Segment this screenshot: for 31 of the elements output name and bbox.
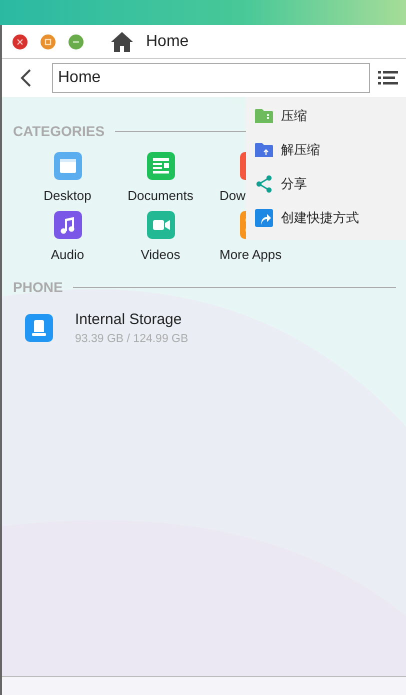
section-heading: PHONE — [13, 279, 63, 295]
back-icon[interactable] — [20, 69, 32, 87]
shortcut-icon — [255, 209, 273, 227]
folder-icon — [255, 108, 273, 124]
storage-icon[interactable] — [25, 314, 53, 342]
close-icon[interactable] — [12, 34, 28, 50]
menu-item[interactable]: 创建快捷方式 — [246, 201, 406, 235]
category-label: Desktop — [42, 188, 92, 203]
list-view-icon[interactable] — [378, 71, 398, 85]
category-label: Audio — [50, 247, 86, 262]
menu-item[interactable]: 解压缩 — [246, 133, 406, 167]
share-icon — [255, 175, 273, 193]
home-icon — [110, 30, 134, 52]
documents-icon[interactable] — [146, 152, 174, 180]
path-field[interactable]: Home — [52, 63, 370, 93]
category-label: More Apps — [220, 247, 283, 262]
category-label: Documents — [126, 188, 194, 203]
folder-icon — [255, 142, 273, 158]
category-label: Dow — [220, 188, 247, 203]
section-heading: CATEGORIES — [13, 123, 105, 139]
minimize-icon[interactable] — [68, 34, 84, 50]
category-label: Videos — [140, 247, 182, 262]
storage-usage: 93.39 GB / 124.99 GB — [75, 333, 188, 345]
menu-item[interactable]: 分享 — [246, 167, 406, 201]
window-title: Home — [146, 32, 189, 50]
restore-icon[interactable] — [40, 34, 56, 50]
storage-name[interactable]: Internal Storage — [75, 311, 188, 328]
audio-icon[interactable] — [54, 211, 82, 239]
videos-icon[interactable] — [146, 211, 174, 239]
menu-item[interactable]: 压缩 — [246, 99, 406, 133]
desktop-icon[interactable] — [54, 152, 82, 180]
